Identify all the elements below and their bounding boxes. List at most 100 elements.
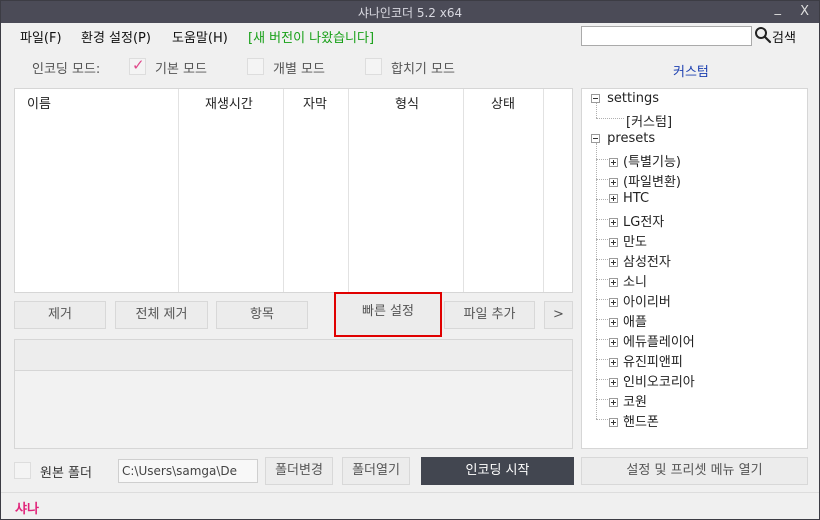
minimize-button[interactable]: _ xyxy=(775,1,782,16)
window-title: 샤나인코더 5.2 x64 xyxy=(357,6,463,20)
items-button[interactable]: 항목 xyxy=(216,301,308,329)
collapse-icon[interactable] xyxy=(591,94,600,103)
basic-mode-checkbox[interactable] xyxy=(129,56,146,75)
menu-help[interactable]: 도움말(H) xyxy=(172,27,228,46)
tree-node-label: LG전자 xyxy=(623,215,665,230)
tree-node-label: 유진피앤피 xyxy=(623,355,683,370)
output-path-field[interactable]: C:\Users\samga\De xyxy=(118,459,258,483)
tree-node-preset[interactable]: (파일변환) xyxy=(609,171,681,190)
tree-node-label: settings xyxy=(607,91,659,106)
quick-settings-button[interactable]: 빠른 설정 xyxy=(334,292,442,337)
tree-node-label: 인비오코리아 xyxy=(623,375,695,390)
update-notice-link[interactable]: [새 버전이 나왔습니다] xyxy=(248,27,374,46)
tree-connector xyxy=(596,103,597,118)
search-input[interactable] xyxy=(581,26,752,46)
tree-node-preset[interactable]: 만도 xyxy=(609,231,647,250)
tree-node-label: (특별기능) xyxy=(623,155,681,170)
encoding-mode-label: 인코딩 모드: xyxy=(32,62,101,77)
expand-icon[interactable] xyxy=(609,238,618,247)
column-header-status[interactable]: 상태 xyxy=(491,93,515,112)
search-icon[interactable] xyxy=(754,26,772,44)
individual-mode-checkbox[interactable] xyxy=(247,58,264,75)
tree-node-label: 핸드폰 xyxy=(623,415,659,430)
expand-icon[interactable] xyxy=(609,358,618,367)
tree-node-label: 아이리버 xyxy=(623,295,671,310)
tree-node-preset[interactable]: 핸드폰 xyxy=(609,411,659,430)
tree-node-label: 애플 xyxy=(623,315,647,330)
column-header-duration[interactable]: 재생시간 xyxy=(205,93,253,112)
app-window: 샤나인코더 5.2 x64 _ X 파일(F) 환경 설정(P) 도움말(H) … xyxy=(0,0,820,520)
change-folder-button[interactable]: 폴더변경 xyxy=(265,457,333,485)
tree-node-presets[interactable]: presets xyxy=(591,131,655,146)
start-encoding-button[interactable]: 인코딩 시작 xyxy=(421,457,574,485)
tree-node-preset[interactable]: 유진피앤피 xyxy=(609,351,683,370)
menu-file[interactable]: 파일(F) xyxy=(20,27,62,46)
column-divider xyxy=(178,89,179,292)
tree-node-label: presets xyxy=(607,131,656,146)
merge-mode-checkbox[interactable] xyxy=(365,58,382,75)
tree-node-label: 코원 xyxy=(623,395,647,410)
tree-node-preset[interactable]: 인비오코리아 xyxy=(609,371,695,390)
custom-preset-link[interactable]: 커스텀 xyxy=(673,61,709,80)
add-file-button[interactable]: 파일 추가 xyxy=(444,301,535,329)
collapse-icon[interactable] xyxy=(591,134,600,143)
tree-node-preset[interactable]: LG전자 xyxy=(609,211,664,230)
expand-icon[interactable] xyxy=(609,218,618,227)
tree-node-label: 에듀플레이어 xyxy=(623,335,695,350)
column-header-subtitle[interactable]: 자막 xyxy=(303,93,327,112)
column-divider xyxy=(543,89,544,292)
status-bar: 샤나 xyxy=(1,492,819,519)
merge-mode-label[interactable]: 합치기 모드 xyxy=(391,58,455,77)
expand-icon[interactable] xyxy=(609,318,618,327)
more-button[interactable]: > xyxy=(544,301,573,329)
open-folder-button[interactable]: 폴더열기 xyxy=(342,457,410,485)
expand-icon[interactable] xyxy=(609,278,618,287)
open-settings-menu-button[interactable]: 설정 및 프리셋 메뉴 열기 xyxy=(581,457,808,485)
tree-node-label: 소니 xyxy=(623,275,647,290)
log-panel xyxy=(14,339,573,449)
expand-icon[interactable] xyxy=(609,178,618,187)
expand-icon[interactable] xyxy=(609,194,618,203)
tree-node-label: 만도 xyxy=(623,235,647,250)
column-header-name[interactable]: 이름 xyxy=(27,93,51,112)
individual-mode-label[interactable]: 개별 모드 xyxy=(273,58,325,77)
column-divider xyxy=(463,89,464,292)
tree-node-preset[interactable]: HTC xyxy=(609,191,649,206)
close-button[interactable]: X xyxy=(800,4,809,19)
tree-connector xyxy=(596,143,597,419)
source-folder-checkbox[interactable] xyxy=(14,462,31,479)
tree-node-label: (파일변환) xyxy=(623,175,681,190)
basic-mode-label[interactable]: 기본 모드 xyxy=(155,58,207,77)
menu-settings[interactable]: 환경 설정(P) xyxy=(81,27,151,46)
file-list[interactable]: 이름 재생시간 자막 형식 상태 xyxy=(14,88,573,293)
tree-node-preset[interactable]: 소니 xyxy=(609,271,647,290)
remove-all-button[interactable]: 전체 제거 xyxy=(115,301,208,329)
search-button[interactable]: 검색 xyxy=(772,27,796,46)
expand-icon[interactable] xyxy=(609,298,618,307)
expand-icon[interactable] xyxy=(609,258,618,267)
tree-node-custom[interactable]: [커스텀] xyxy=(626,111,672,130)
status-text: 샤나 xyxy=(15,502,39,517)
remove-button[interactable]: 제거 xyxy=(14,301,106,329)
expand-icon[interactable] xyxy=(609,418,618,427)
column-header-format[interactable]: 형식 xyxy=(395,93,419,112)
tree-node-label: HTC xyxy=(623,191,650,206)
source-folder-label[interactable]: 원본 폴더 xyxy=(40,462,92,481)
expand-icon[interactable] xyxy=(609,398,618,407)
title-bar: 샤나인코더 5.2 x64 _ X xyxy=(1,1,819,23)
expand-icon[interactable] xyxy=(609,378,618,387)
tree-node-preset[interactable]: 삼성전자 xyxy=(609,251,671,270)
tree-node-preset[interactable]: (특별기능) xyxy=(609,151,681,170)
tree-node-preset[interactable]: 애플 xyxy=(609,311,647,330)
log-panel-header xyxy=(15,340,572,371)
tree-node-label: 삼성전자 xyxy=(623,255,671,270)
tree-node-preset[interactable]: 아이리버 xyxy=(609,291,671,310)
column-divider xyxy=(283,89,284,292)
preset-tree[interactable]: settings [커스텀] presets (특별기능) (파일변환) HTC LG… xyxy=(581,88,808,449)
tree-node-settings[interactable]: settings xyxy=(591,91,659,106)
tree-node-preset[interactable]: 에듀플레이어 xyxy=(609,331,695,350)
tree-node-preset[interactable]: 코원 xyxy=(609,391,647,410)
tree-connector xyxy=(596,118,624,119)
expand-icon[interactable] xyxy=(609,338,618,347)
expand-icon[interactable] xyxy=(609,158,618,167)
